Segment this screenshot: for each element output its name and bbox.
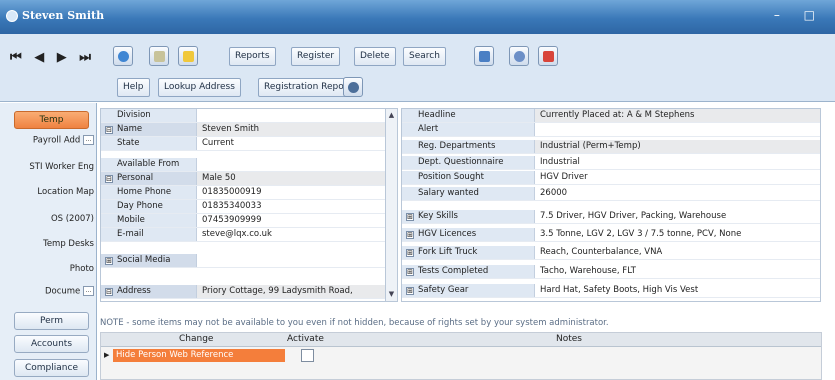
candidate-details-grid: Division Name ⊟ Steven Smith State Curre… xyxy=(100,108,398,302)
note-icon[interactable] xyxy=(178,46,198,66)
selector-button[interactable]: … xyxy=(83,286,94,296)
last-record-button[interactable]: ⏭ xyxy=(79,50,95,65)
expand-icon[interactable]: ⊞ xyxy=(406,213,414,221)
grid-row-hgv-licences[interactable]: HGV Licences ⊞ 3.5 Tonne, LGV 2, LGV 3 /… xyxy=(402,228,820,242)
expand-icon[interactable]: ⊞ xyxy=(406,231,414,239)
record-navigation: ⏮ ◀ ▶ ⏭ xyxy=(10,50,95,65)
sidebar-item-documents[interactable]: Docume … xyxy=(2,286,94,297)
first-record-button[interactable]: ⏮ xyxy=(10,50,26,65)
grid-row-address[interactable]: Address ⊟ Priory Cottage, 99 Ladysmith R… xyxy=(101,285,397,299)
expand-icon[interactable]: ⊞ xyxy=(406,287,414,295)
grid-row-key-skills[interactable]: Key Skills ⊞ 7.5 Driver, HGV Driver, Pac… xyxy=(402,210,820,224)
sidebar: Temp Payroll Add … STI Worker Eng Locati… xyxy=(0,103,97,380)
sidebar-item-payroll[interactable]: Payroll Add … xyxy=(2,135,94,146)
table-row[interactable]: ▶ Hide Person Web Reference xyxy=(101,348,821,364)
tab-perm[interactable]: Perm xyxy=(14,312,89,330)
left-grid-scrollbar[interactable]: ▲ ▼ xyxy=(385,109,397,301)
expand-icon[interactable]: ⊞ xyxy=(105,257,113,265)
expand-icon[interactable]: ⊞ xyxy=(406,268,414,276)
changes-table: Change Activate Notes ▶ Hide Person Web … xyxy=(100,332,822,380)
row-pointer-icon: ▶ xyxy=(104,351,110,359)
window-title: Steven Smith xyxy=(22,9,105,22)
column-header-activate[interactable]: Activate xyxy=(287,334,324,344)
grid-row-home-phone[interactable]: Home Phone 01835000919 xyxy=(101,186,397,200)
scroll-up-icon[interactable]: ▲ xyxy=(387,111,396,120)
tab-accounts[interactable]: Accounts xyxy=(14,335,89,353)
grid-row-social-media[interactable]: Social Media ⊞ xyxy=(101,254,397,268)
selector-button[interactable]: … xyxy=(83,135,94,145)
expand-icon[interactable]: ⊟ xyxy=(105,288,113,296)
sidebar-item-os[interactable]: OS (2007) xyxy=(2,214,94,224)
grid-row-salary-wanted[interactable]: Salary wanted 26000 xyxy=(402,187,820,201)
grid-row-personal[interactable]: Personal ⊟ Male 50 xyxy=(101,172,397,186)
grid-row-state[interactable]: State Current xyxy=(101,137,397,151)
grid-row-email[interactable]: E-mail steve@lqx.co.uk xyxy=(101,228,397,242)
tab-temp[interactable]: Temp xyxy=(14,111,89,129)
grid-row-dept-questionnaire[interactable]: Dept. Questionnaire Industrial xyxy=(402,156,820,170)
table-header: Change Activate Notes xyxy=(101,333,821,347)
expand-icon[interactable]: ⊟ xyxy=(105,126,113,134)
help-button[interactable]: Help xyxy=(117,78,150,97)
reports-button[interactable]: Reports xyxy=(229,47,276,66)
sidebar-item-sti-worker[interactable]: STI Worker Eng xyxy=(2,162,94,172)
grid-row-reg-departments[interactable]: Reg. Departments Industrial (Perm+Temp) xyxy=(402,140,820,154)
sidebar-item-photo[interactable]: Photo xyxy=(2,264,94,274)
grid-icon[interactable] xyxy=(149,46,169,66)
people-icon[interactable] xyxy=(509,46,529,66)
grid-row-fork-lift-truck[interactable]: Fork Lift Truck ⊞ Reach, Counterbalance,… xyxy=(402,246,820,260)
app-icon xyxy=(6,10,18,22)
title-bar: Steven Smith – □ xyxy=(0,0,835,34)
scroll-down-icon[interactable]: ▼ xyxy=(387,290,396,299)
grid-row-safety-gear[interactable]: Safety Gear ⊞ Hard Hat, Safety Boots, Hi… xyxy=(402,284,820,298)
column-header-notes[interactable]: Notes xyxy=(556,334,582,344)
sidebar-item-temp-desks[interactable]: Temp Desks xyxy=(2,239,94,249)
search-button[interactable]: Search xyxy=(403,47,446,66)
column-header-change[interactable]: Change xyxy=(179,334,213,344)
register-button[interactable]: Register xyxy=(291,47,341,66)
sidebar-item-location-map[interactable]: Location Map xyxy=(2,187,94,197)
grid-row-headline[interactable]: Headline Currently Placed at: A & M Step… xyxy=(402,109,820,123)
contacts-icon[interactable] xyxy=(474,46,494,66)
tab-compliance[interactable]: Compliance xyxy=(14,359,89,377)
sidebar-item-label: Docume xyxy=(44,286,81,297)
activate-checkbox[interactable] xyxy=(301,349,314,362)
grid-row-name[interactable]: Name ⊟ Steven Smith xyxy=(101,123,397,137)
refresh-icon[interactable] xyxy=(113,46,133,66)
grid-row-tests-completed[interactable]: Tests Completed ⊞ Tacho, Warehouse, FLT xyxy=(402,265,820,279)
grid-row-position-sought[interactable]: Position Sought HGV Driver xyxy=(402,171,820,185)
job-preferences-grid: Headline Currently Placed at: A & M Step… xyxy=(401,108,821,302)
next-record-button[interactable]: ▶ xyxy=(57,50,71,65)
toolbar: ⏮ ◀ ▶ ⏭ Reports Register Delete Search H… xyxy=(0,34,835,102)
lookup-address-button[interactable]: Lookup Address xyxy=(158,78,241,97)
window-controls[interactable]: – □ xyxy=(774,8,825,22)
expand-icon[interactable]: ⊟ xyxy=(105,175,113,183)
exit-icon[interactable] xyxy=(538,46,558,66)
delete-button[interactable]: Delete xyxy=(354,47,396,66)
previous-record-button[interactable]: ◀ xyxy=(34,50,48,65)
grid-row-day-phone[interactable]: Day Phone 01835340033 xyxy=(101,200,397,214)
grid-row-available-from[interactable]: Available From xyxy=(101,158,397,172)
sidebar-item-label: Payroll Add xyxy=(32,135,81,146)
grid-row-alert[interactable]: Alert xyxy=(402,123,820,137)
rights-note: NOTE - some items may not be available t… xyxy=(100,318,609,328)
settings-icon[interactable] xyxy=(343,77,363,97)
expand-icon[interactable]: ⊞ xyxy=(406,249,414,257)
change-cell[interactable]: Hide Person Web Reference xyxy=(113,349,285,362)
grid-row-mobile[interactable]: Mobile 07453909999 xyxy=(101,214,397,228)
grid-row-division[interactable]: Division xyxy=(101,109,397,123)
